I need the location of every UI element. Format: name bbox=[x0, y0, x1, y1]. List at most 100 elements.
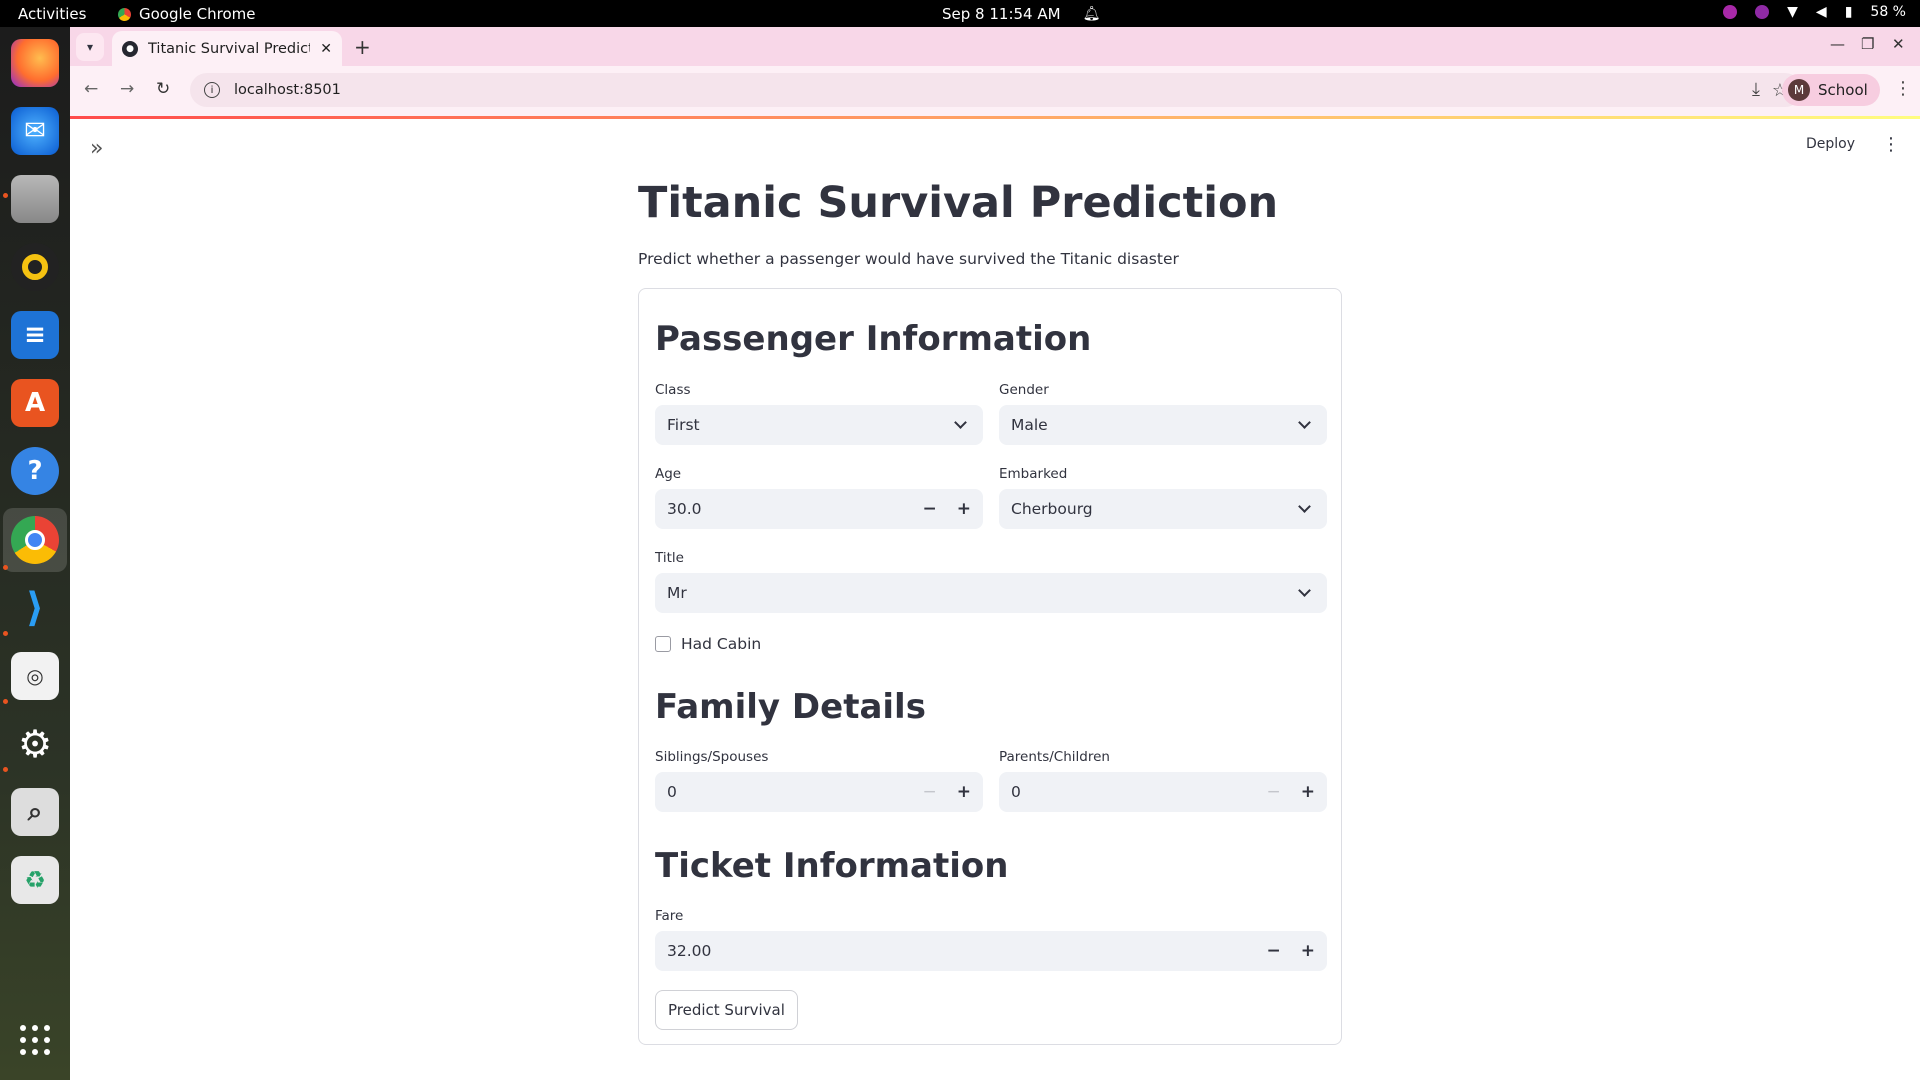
increment-icon[interactable]: + bbox=[1301, 782, 1315, 802]
header-decoration bbox=[70, 116, 1920, 119]
app-menu[interactable]: Google Chrome bbox=[118, 5, 256, 23]
chevron-down-icon bbox=[1298, 584, 1311, 597]
fare-label: Fare bbox=[655, 908, 684, 924]
parents-value: 0 bbox=[1011, 783, 1021, 801]
app-name: Google Chrome bbox=[139, 5, 256, 23]
app-menu-icon[interactable]: ⋮ bbox=[1882, 134, 1900, 155]
files-icon[interactable] bbox=[11, 175, 59, 223]
siblings-label: Siblings/Spouses bbox=[655, 749, 769, 765]
profile-button[interactable]: M School bbox=[1782, 74, 1880, 106]
restore-icon[interactable]: ❐ bbox=[1861, 35, 1874, 53]
chevron-down-icon bbox=[1298, 500, 1311, 513]
embarked-value: Cherbourg bbox=[1011, 500, 1093, 518]
passenger-section-heading: Passenger Information bbox=[655, 319, 1092, 359]
browser-window: ▾ ● Titanic Survival Predictor ✕ + — ❐ ✕… bbox=[70, 27, 1920, 1080]
document-viewer-icon[interactable]: ◎ bbox=[11, 652, 59, 700]
streamlit-app: » Deploy ⋮ Titanic Survival Prediction P… bbox=[70, 116, 1920, 1080]
decrement-icon: − bbox=[922, 782, 937, 802]
increment-icon[interactable]: + bbox=[957, 782, 971, 802]
show-apps-icon[interactable] bbox=[11, 1016, 59, 1064]
class-label: Class bbox=[655, 382, 691, 398]
close-window-icon[interactable]: ✕ bbox=[1892, 35, 1905, 53]
tray-app-icon bbox=[1723, 5, 1738, 19]
prediction-form: Passenger Information Class First Gender… bbox=[638, 288, 1342, 1045]
system-tray[interactable]: ▼ ◀︎ ▮ 58 % bbox=[1723, 4, 1906, 20]
fare-number-input[interactable]: 32.00 − + bbox=[655, 931, 1327, 971]
parents-stepper: − + bbox=[1267, 782, 1316, 802]
page-subtitle: Predict whether a passenger would have s… bbox=[638, 250, 1179, 268]
vscode-icon[interactable]: ⟩ bbox=[11, 584, 59, 632]
wifi-icon: ▼ bbox=[1787, 4, 1798, 20]
thunderbird-icon[interactable]: ✉ bbox=[11, 107, 59, 155]
site-info-icon[interactable]: i bbox=[204, 82, 220, 98]
age-stepper: − + bbox=[923, 499, 972, 519]
gender-value: Male bbox=[1011, 416, 1048, 434]
predict-survival-button[interactable]: Predict Survival bbox=[655, 990, 798, 1030]
chevron-down-icon: ▾ bbox=[86, 40, 94, 54]
tab-strip: ▾ ● Titanic Survival Predictor ✕ + — ❐ ✕ bbox=[70, 27, 1920, 66]
chevron-down-icon bbox=[954, 416, 967, 429]
battery-level: 58 % bbox=[1870, 4, 1906, 20]
age-value: 30.0 bbox=[667, 500, 702, 518]
trash-icon[interactable]: ♻ bbox=[11, 856, 59, 904]
running-indicator bbox=[3, 767, 8, 772]
browser-menu-icon[interactable]: ⋮ bbox=[1894, 78, 1912, 99]
decrement-icon[interactable]: − bbox=[1267, 941, 1281, 961]
gender-label: Gender bbox=[999, 382, 1049, 398]
parents-number-input[interactable]: 0 − + bbox=[999, 772, 1327, 812]
system-top-bar: Activities Google Chrome Sep 8 11:54 AM … bbox=[0, 0, 1920, 27]
settings-icon[interactable]: ⚙ bbox=[11, 720, 59, 768]
title-label: Title bbox=[655, 550, 684, 566]
chrome-icon bbox=[118, 7, 131, 21]
battery-icon: ▮ bbox=[1844, 4, 1853, 20]
decrement-icon[interactable]: − bbox=[923, 499, 937, 519]
deploy-button[interactable]: Deploy bbox=[1806, 136, 1855, 152]
tab-close-icon[interactable]: ✕ bbox=[320, 41, 332, 57]
download-icon[interactable]: ⤓ bbox=[1752, 79, 1760, 100]
writer-icon[interactable]: ≡ bbox=[11, 311, 59, 359]
siblings-value: 0 bbox=[667, 783, 677, 801]
embarked-label: Embarked bbox=[999, 466, 1068, 482]
parents-label: Parents/Children bbox=[999, 749, 1110, 765]
browser-tab-active[interactable]: ● Titanic Survival Predictor ✕ bbox=[112, 31, 342, 66]
reload-icon[interactable]: ↻ bbox=[156, 79, 170, 99]
forward-icon[interactable]: → bbox=[120, 79, 134, 99]
embarked-select[interactable]: Cherbourg bbox=[999, 489, 1327, 529]
profile-name: School bbox=[1818, 81, 1868, 99]
title-value: Mr bbox=[667, 584, 687, 602]
title-select[interactable]: Mr bbox=[655, 573, 1327, 613]
class-select[interactable]: First bbox=[655, 405, 983, 445]
age-number-input[interactable]: 30.0 − + bbox=[655, 489, 983, 529]
screenshot-viewer-icon[interactable]: ⌕ bbox=[11, 788, 59, 836]
tray-app-icon-2 bbox=[1755, 5, 1770, 19]
rhythmbox-icon[interactable] bbox=[11, 243, 59, 291]
help-icon[interactable]: ? bbox=[11, 447, 59, 495]
activities-button[interactable]: Activities bbox=[18, 5, 86, 23]
had-cabin-checkbox-row[interactable]: Had Cabin bbox=[655, 635, 761, 653]
address-bar[interactable]: i localhost:8501 ☆ bbox=[190, 73, 1802, 107]
back-icon[interactable]: ← bbox=[84, 79, 98, 99]
siblings-stepper: − + bbox=[923, 782, 972, 802]
running-indicator bbox=[3, 565, 8, 570]
tab-title: Titanic Survival Predictor bbox=[148, 40, 310, 57]
had-cabin-checkbox[interactable] bbox=[655, 636, 671, 652]
page-title: Titanic Survival Prediction bbox=[638, 178, 1279, 228]
app-center-icon[interactable]: A bbox=[11, 379, 59, 427]
had-cabin-label: Had Cabin bbox=[681, 635, 762, 653]
new-tab-button[interactable]: + bbox=[354, 35, 371, 59]
sidebar-expand-icon[interactable]: » bbox=[90, 136, 103, 161]
dock: ✉ ≡ A ? ⟩ ◎ ⚙ ⌕ ♻ bbox=[0, 27, 70, 1080]
chrome-dock-icon[interactable] bbox=[11, 516, 59, 564]
increment-icon[interactable]: + bbox=[1301, 941, 1315, 961]
increment-icon[interactable]: + bbox=[957, 499, 971, 519]
clock[interactable]: Sep 8 11:54 AM 🔔︎ bbox=[942, 5, 1100, 23]
siblings-number-input[interactable]: 0 − + bbox=[655, 772, 983, 812]
tab-search-button[interactable]: ▾ bbox=[76, 33, 104, 61]
firefox-icon[interactable] bbox=[11, 39, 59, 87]
streamlit-favicon-icon: ● bbox=[122, 40, 138, 57]
minimize-icon[interactable]: — bbox=[1830, 35, 1845, 53]
gender-select[interactable]: Male bbox=[999, 405, 1327, 445]
running-indicator bbox=[3, 631, 8, 636]
class-value: First bbox=[667, 416, 700, 434]
running-indicator bbox=[3, 193, 8, 198]
